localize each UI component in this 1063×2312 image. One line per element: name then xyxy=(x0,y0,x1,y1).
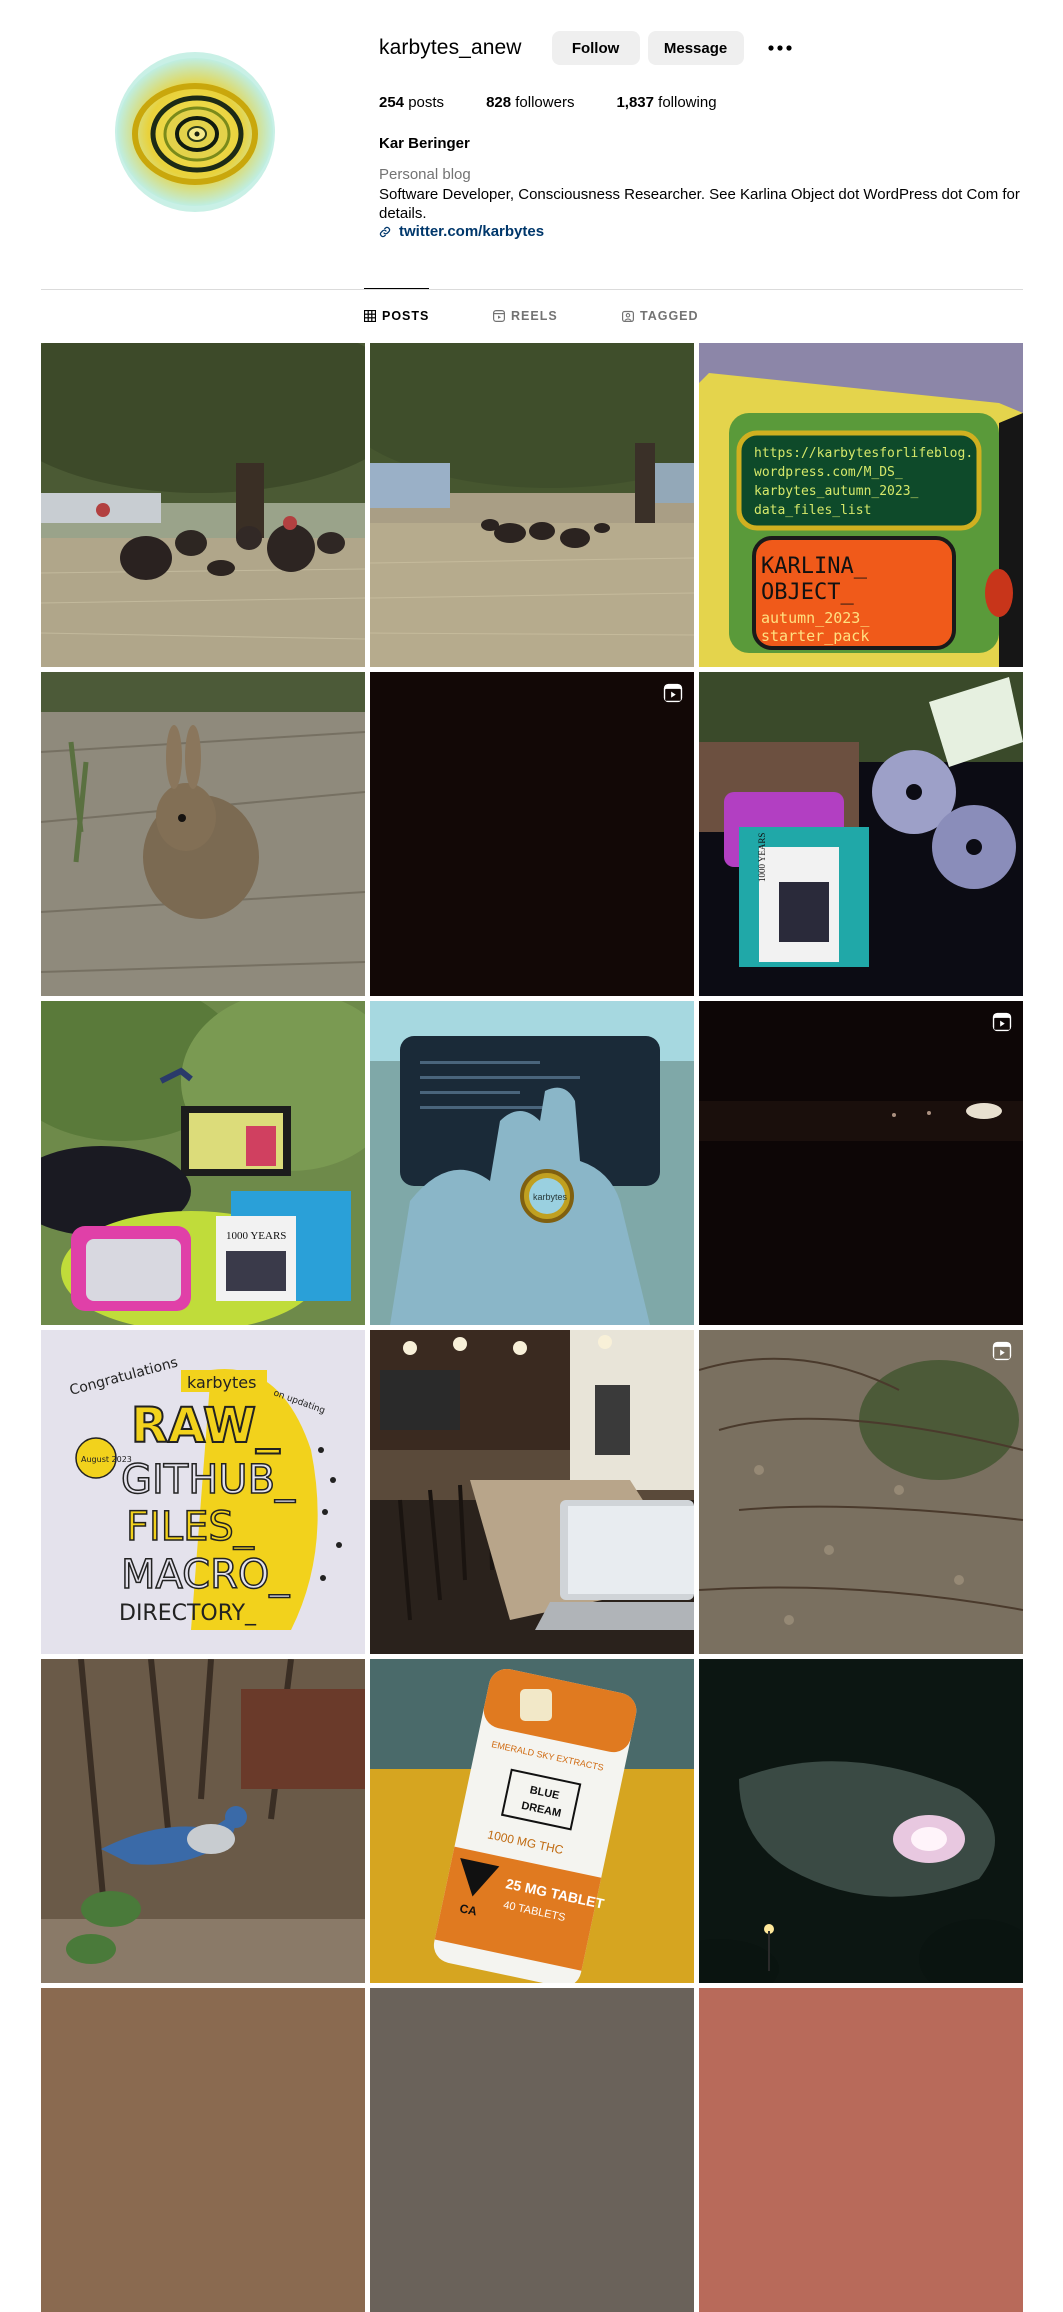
reel-icon xyxy=(992,1012,1012,1032)
post-thumbnail[interactable] xyxy=(699,1001,1023,1325)
following-link[interactable]: 1,837 following xyxy=(616,94,716,111)
followers-link[interactable]: 828 followers xyxy=(486,94,574,111)
follow-button[interactable]: Follow xyxy=(551,31,640,65)
tab-reels-label: REELS xyxy=(511,309,558,323)
post-thumbnail[interactable] xyxy=(370,1330,694,1654)
post-photo-moon-clouds xyxy=(699,1659,1023,1983)
poster-line: karbytes xyxy=(187,1373,256,1392)
poster-line: MACRO_ xyxy=(121,1552,290,1598)
reel-icon xyxy=(663,683,683,703)
profile-bio: Software Developer, Consciousness Resear… xyxy=(379,186,1020,222)
poster-line: RAW_ xyxy=(131,1398,280,1454)
tab-tagged-label: TAGGED xyxy=(640,309,699,323)
profile-actions-row: karbytes_anew Follow Message xyxy=(379,30,796,66)
full-name: Kar Beringer xyxy=(379,135,470,152)
post-thumbnail[interactable]: https://karbytesforlifeblog. wordpress.c… xyxy=(699,343,1023,667)
sign-text-line: karbytes_autumn_2023_ xyxy=(754,484,919,499)
message-button[interactable]: Message xyxy=(647,31,744,65)
tab-tagged[interactable]: TAGGED xyxy=(622,289,699,343)
post-thumbnail[interactable]: 1000 YEARS xyxy=(699,672,1023,996)
cap-text: karbytes xyxy=(533,1192,568,1202)
post-thumbnail[interactable] xyxy=(699,1330,1023,1654)
sign-sub-line: autumn_2023_ xyxy=(761,609,870,627)
post-photo-brush xyxy=(699,1330,1023,1654)
grid-icon xyxy=(364,310,376,322)
post-photo-restaurant xyxy=(370,1330,694,1654)
post-photo-turkeys-field xyxy=(370,343,694,667)
post-photo-turkeys xyxy=(41,343,365,667)
sign-text-line: wordpress.com/M_DS_ xyxy=(754,465,903,480)
post-thumbnail[interactable] xyxy=(370,1988,694,2312)
reels-icon xyxy=(493,310,505,322)
post-photo-partial xyxy=(41,1988,365,2312)
more-options-icon[interactable] xyxy=(764,32,796,64)
profile-link[interactable]: twitter.com/karbytes xyxy=(379,223,544,240)
post-thumbnail[interactable] xyxy=(41,672,365,996)
book-title: 1000 YEARS xyxy=(757,833,767,882)
post-thumbnail[interactable] xyxy=(41,343,365,667)
posts-count: 254 posts xyxy=(379,94,445,111)
post-photo-tablet-tin: EMERALD SKY EXTRACTS BLUE DREAM 1000 MG … xyxy=(370,1659,694,1983)
poster-line: FILES_ xyxy=(126,1504,255,1550)
sign-text-line: https://karbytesforlifeblog. xyxy=(754,446,973,461)
profile-link-text: twitter.com/karbytes xyxy=(399,223,545,240)
post-photo-discs: 1000 YEARS xyxy=(699,672,1023,996)
post-thumbnail[interactable]: 1000 YEARS xyxy=(41,1001,365,1325)
post-thumbnail[interactable] xyxy=(41,1659,365,1983)
sign-sub-line: starter_pack xyxy=(761,627,869,645)
tab-reels[interactable]: REELS xyxy=(493,289,558,343)
post-thumbnail[interactable]: EMERALD SKY EXTRACTS BLUE DREAM 1000 MG … xyxy=(370,1659,694,1983)
post-photo-sign: https://karbytesforlifeblog. wordpress.c… xyxy=(699,343,1023,667)
post-thumbnail[interactable]: karbytes xyxy=(370,1001,694,1325)
post-thumbnail[interactable] xyxy=(370,343,694,667)
profile-tabs: POSTS REELS TAGGED xyxy=(0,288,1063,343)
reel-icon xyxy=(992,1341,1012,1361)
sign-title-line: KARLINA_ xyxy=(761,554,868,579)
sign-text-line: data_files_list xyxy=(754,503,871,518)
post-photo-partial xyxy=(370,1988,694,2312)
post-thumbnail[interactable] xyxy=(370,672,694,996)
profile-stats: 254 posts 828 followers 1,837 following xyxy=(379,94,759,111)
poster-line: DIRECTORY_ xyxy=(119,1601,257,1626)
profile-category: Personal blog xyxy=(379,166,471,183)
avatar-image xyxy=(115,52,275,212)
post-photo-rabbit xyxy=(41,672,365,996)
post-photo-night xyxy=(699,1001,1023,1325)
post-thumbnail[interactable] xyxy=(41,1988,365,2312)
avatar[interactable] xyxy=(115,52,275,212)
profile-header: karbytes_anew Follow Message 254 posts 8… xyxy=(41,0,1023,290)
post-thumbnail[interactable]: Congratulations karbytes on updating Aug… xyxy=(41,1330,365,1654)
tab-posts-label: POSTS xyxy=(382,309,430,323)
post-photo-poster: Congratulations karbytes on updating Aug… xyxy=(41,1330,365,1654)
tab-posts[interactable]: POSTS xyxy=(364,288,430,343)
poster-line: GITHUB_ xyxy=(121,1457,296,1503)
post-photo-laptop-outdoors: 1000 YEARS xyxy=(41,1001,365,1325)
post-photo-dark-video xyxy=(370,672,694,996)
post-thumbnail[interactable] xyxy=(699,1659,1023,1983)
post-photo-blue-jay xyxy=(41,1659,365,1983)
link-icon xyxy=(379,226,391,237)
post-photo-bottle-cap: karbytes xyxy=(370,1001,694,1325)
book-title: 1000 YEARS xyxy=(226,1230,286,1242)
username: karbytes_anew xyxy=(379,36,522,59)
post-photo-partial xyxy=(699,1988,1023,2312)
post-thumbnail[interactable] xyxy=(699,1988,1023,2312)
tagged-icon xyxy=(622,310,634,322)
sign-title-line: OBJECT_ xyxy=(761,580,854,605)
